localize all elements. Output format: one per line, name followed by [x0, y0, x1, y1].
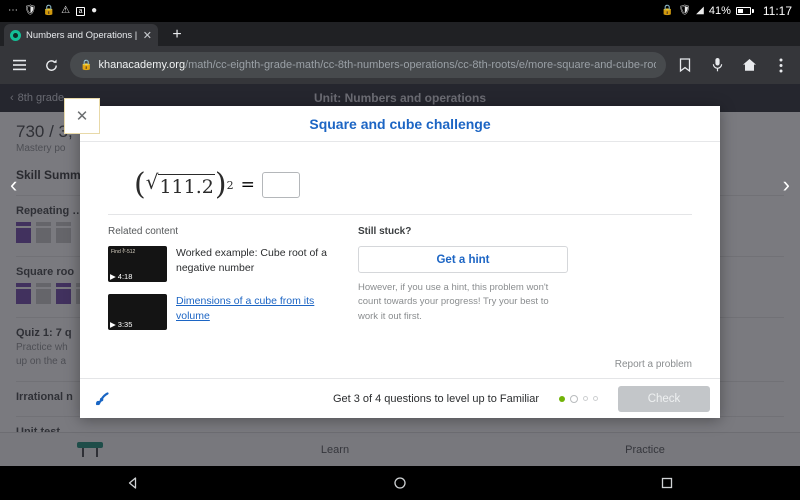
progress-dots	[559, 394, 598, 403]
equals-sign: =	[240, 175, 255, 195]
vpn-icon: 🛡	[24, 5, 37, 16]
progress-dot-current	[570, 394, 578, 403]
wifi-icon: ◢	[696, 5, 704, 16]
next-exercise-arrow[interactable]: ›	[783, 172, 790, 198]
more-icon: ⋯	[8, 5, 18, 16]
modal-header: ✕ Square and cube challenge	[64, 98, 720, 142]
amazon-icon: a	[76, 6, 86, 16]
math-expression: ( √ 111.2 ) 2	[134, 167, 234, 202]
microphone-icon[interactable]	[704, 52, 730, 78]
recents-square-icon[interactable]	[660, 476, 674, 490]
exponent: 2	[226, 178, 234, 192]
progress-dot-empty	[583, 396, 588, 401]
url-domain: khanacademy.org	[98, 59, 186, 71]
get-a-hint-button[interactable]: Get a hint	[358, 246, 568, 273]
prev-exercise-arrow[interactable]: ‹	[10, 172, 17, 198]
exercise-modal: ✕ Square and cube challenge ( √ 111.2 ) 2…	[64, 98, 720, 418]
thumbnail-sketch	[111, 297, 164, 321]
url-path: /math/cc-eighth-grade-math/cc-8th-number…	[185, 59, 656, 71]
home-circle-icon[interactable]	[393, 476, 407, 490]
home-icon[interactable]	[736, 52, 762, 78]
progress-dot-empty	[593, 396, 598, 401]
lock-icon: 🔒	[660, 5, 674, 16]
related-content-item[interactable]: ▶ 3:35 Dimensions of a cube from its vol…	[108, 294, 328, 330]
url-text: khanacademy.org/math/cc-eighth-grade-mat…	[98, 59, 656, 71]
duration-label: 3:35	[117, 320, 133, 329]
level-up-text: Get 3 of 4 questions to level up to Fami…	[332, 392, 539, 405]
related-content-title[interactable]: Worked example: Cube root of a negative …	[176, 246, 328, 276]
three-dot-menu-icon[interactable]	[768, 52, 794, 78]
thumbnail-sketch: Find ∛-512	[111, 249, 136, 255]
modal-title: Square and cube challenge	[309, 115, 491, 132]
browser-tab-strip: Numbers and Operations | 8t ✕ +	[0, 22, 800, 46]
progress-dot-filled	[559, 395, 565, 402]
clock: 11:17	[762, 4, 792, 18]
still-stuck-column: Still stuck? Get a hint However, if you …	[358, 226, 568, 342]
modal-footer: Get 3 of 4 questions to level up to Fami…	[80, 378, 720, 418]
radical-sign-icon: √	[145, 170, 159, 194]
play-icon: ▶	[110, 320, 116, 329]
modal-body: ( √111.2 ) 2 = Related content Find ∛-5	[80, 142, 720, 359]
video-duration: ▶ 4:18	[110, 272, 132, 281]
report-a-problem-link[interactable]: Report a problem	[80, 359, 720, 378]
video-thumbnail[interactable]: Find ∛-512 ▶ 4:18	[108, 246, 167, 282]
tab-title: Numbers and Operations | 8t	[26, 29, 138, 41]
math-problem: ( √ 111.2 ) 2 =	[134, 167, 692, 202]
chat-icon: ●	[91, 5, 98, 16]
warning-icon: ⚠	[61, 5, 71, 16]
device-screen: ⋯ 🛡 🔒 ⚠ a ● 🔒 🛡 ◢ 41% 11:17 Numbers and …	[0, 0, 800, 500]
khan-academy-logo	[90, 386, 116, 412]
browser-tab[interactable]: Numbers and Operations | 8t ✕	[4, 24, 158, 46]
android-status-bar: ⋯ 🛡 🔒 ⚠ a ● 🔒 🛡 ◢ 41% 11:17	[0, 0, 800, 22]
new-tab-button[interactable]: +	[166, 24, 188, 46]
hamburger-menu-icon[interactable]	[6, 52, 32, 78]
related-content-column: Related content Find ∛-512 ▶ 4:18 Worked…	[108, 226, 328, 342]
browser-toolbar: 🔒 khanacademy.org/math/cc-eighth-grade-m…	[0, 46, 800, 84]
status-bar-left-icons: ⋯ 🛡 🔒 ⚠ a ●	[8, 6, 97, 16]
close-icon[interactable]: ✕	[143, 29, 152, 42]
khan-academy-favicon	[10, 29, 21, 41]
back-triangle-icon[interactable]	[126, 476, 140, 490]
close-icon[interactable]: ✕	[64, 98, 100, 134]
duration-label: 4:18	[117, 272, 133, 281]
lock-icon: 🔒	[42, 5, 56, 16]
radicand: 111.2	[158, 174, 215, 198]
related-content-heading: Related content	[108, 226, 179, 237]
android-nav-bar	[0, 466, 800, 500]
check-button[interactable]: Check	[618, 385, 710, 412]
battery-percent: 41%	[708, 5, 731, 17]
video-thumbnail[interactable]: ▶ 3:35	[108, 294, 167, 330]
video-duration: ▶ 3:35	[110, 320, 132, 329]
answer-input[interactable]	[261, 172, 300, 198]
vpn-icon: 🛡	[678, 5, 692, 16]
right-paren: )	[214, 167, 227, 202]
still-stuck-heading: Still stuck?	[358, 226, 412, 237]
divider	[108, 214, 692, 215]
battery-icon	[735, 7, 754, 15]
related-content-item[interactable]: Find ∛-512 ▶ 4:18 Worked example: Cube r…	[108, 246, 328, 282]
reload-icon[interactable]	[38, 52, 64, 78]
modal-columns: Related content Find ∛-512 ▶ 4:18 Worked…	[108, 226, 692, 342]
url-bar[interactable]: 🔒 khanacademy.org/math/cc-eighth-grade-m…	[70, 52, 666, 78]
bookmark-icon[interactable]	[672, 52, 698, 78]
play-icon: ▶	[110, 272, 116, 281]
hint-warning-text: However, if you use a hint, this problem…	[358, 282, 549, 322]
square-root: √ 111.2	[146, 172, 215, 198]
related-content-title[interactable]: Dimensions of a cube from its volume	[176, 294, 328, 324]
lock-icon: 🔒	[80, 59, 93, 71]
status-bar-right-icons: 🔒 🛡 ◢ 41% 11:17	[661, 4, 792, 18]
left-paren: (	[134, 167, 146, 202]
